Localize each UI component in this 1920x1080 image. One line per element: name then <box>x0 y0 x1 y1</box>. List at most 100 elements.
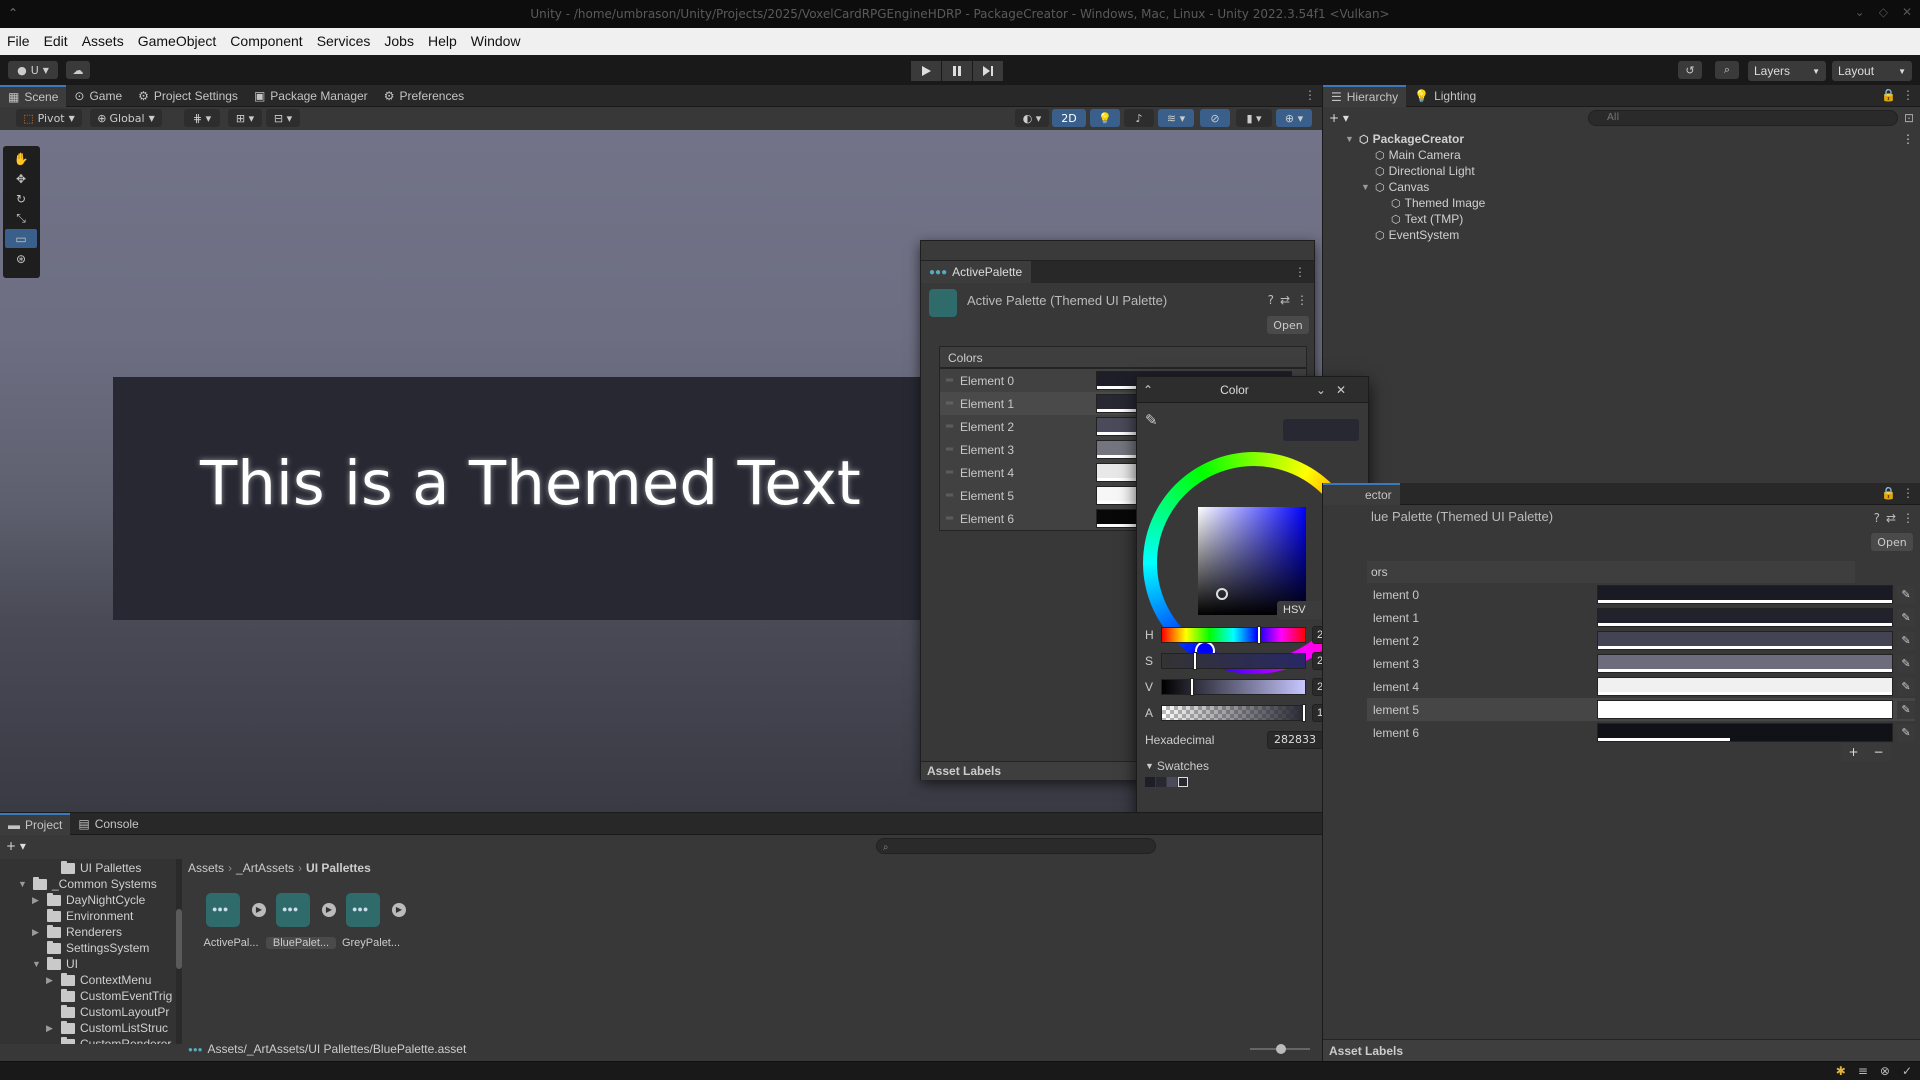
hierarchy-item[interactable]: ⬡ Directional Light <box>1375 164 1475 178</box>
chevron-down-icon[interactable]: ▼ <box>1361 182 1371 192</box>
color-field[interactable] <box>1597 723 1893 742</box>
tab-preferences[interactable]: ⚙ Preferences <box>376 85 472 107</box>
more-options-icon[interactable]: ⋮ <box>1902 132 1914 146</box>
asset-tile[interactable]: ●●● ▶ GreyPalet... <box>336 893 406 949</box>
more-options-icon[interactable]: ⋮ <box>1296 293 1308 307</box>
chevron-icon[interactable]: ▶ <box>32 895 42 906</box>
icon-size-slider-knob[interactable] <box>1276 1044 1286 1054</box>
eyedropper-icon[interactable]: ✎ <box>1897 700 1915 719</box>
list-item[interactable]: lement 0 ✎ <box>1367 583 1915 606</box>
folder-item[interactable]: ▼ UI <box>32 956 78 971</box>
chevron-icon[interactable]: ▶ <box>46 1023 56 1034</box>
history-button[interactable]: ↺ <box>1678 61 1702 79</box>
folder-item[interactable]: ▶ ContextMenu <box>46 972 151 987</box>
list-item[interactable]: lement 5 ✎ <box>1367 698 1915 721</box>
layers-dropdown[interactable]: Layers ▼ <box>1748 61 1826 81</box>
tab-console[interactable]: ▤ Console <box>70 813 146 835</box>
audio-toggle[interactable]: ♪ <box>1124 109 1154 127</box>
more-options-icon[interactable]: ⋮ <box>1294 265 1306 279</box>
chevron-down-icon[interactable]: ⌄ <box>1316 383 1326 397</box>
folder-item[interactable]: CustomRenderer <box>46 1036 171 1044</box>
color-field[interactable] <box>1597 700 1893 719</box>
minimize-button[interactable]: ⌄ <box>1855 5 1865 19</box>
account-button[interactable]: ● U ▼ <box>8 61 58 79</box>
tab-lighting[interactable]: 💡 Lighting <box>1406 85 1484 107</box>
folder-item[interactable]: UI Pallettes <box>46 860 141 875</box>
folder-item[interactable]: SettingsSystem <box>32 940 149 955</box>
color-field[interactable] <box>1597 677 1893 696</box>
expand-arrow-icon[interactable]: ▶ <box>322 903 336 917</box>
expand-arrow-icon[interactable]: ▶ <box>392 903 406 917</box>
menu-edit[interactable]: Edit <box>37 28 75 55</box>
open-button[interactable]: Open <box>1871 533 1913 551</box>
list-item[interactable]: lement 2 ✎ <box>1367 629 1915 652</box>
eyedropper-icon[interactable]: ✎ <box>1897 631 1915 650</box>
chevron-icon[interactable]: ▶ <box>46 975 56 986</box>
folder-item[interactable]: ▶ DayNightCycle <box>32 892 145 907</box>
eyedropper-icon[interactable]: ✎ <box>1897 654 1915 673</box>
list-item[interactable]: lement 4 ✎ <box>1367 675 1915 698</box>
hierarchy-item[interactable]: ⬡ Text (TMP) <box>1391 212 1463 226</box>
tab-inspector[interactable]: ector <box>1323 482 1400 505</box>
draw-mode-dropdown[interactable]: ◐ ▾ <box>1015 109 1049 127</box>
pivot-dropdown[interactable]: ⬚ Pivot ▼ <box>16 109 82 127</box>
tab-active-palette[interactable]: ●●● ActivePalette <box>921 261 1031 283</box>
menu-jobs[interactable]: Jobs <box>377 28 421 55</box>
alpha-slider[interactable] <box>1161 704 1306 722</box>
drag-handle-icon[interactable]: ═ <box>940 444 956 455</box>
saturation-value-square[interactable] <box>1198 507 1306 615</box>
more-options-icon[interactable]: ⋮ <box>1902 88 1914 102</box>
gizmos-dropdown[interactable]: ⊕ ▾ <box>1276 109 1312 127</box>
effects-dropdown[interactable]: ≋ ▾ <box>1158 109 1194 127</box>
hierarchy-item[interactable]: ⬡ Main Camera <box>1375 148 1461 162</box>
alpha-slider-knob[interactable] <box>1302 704 1306 722</box>
eyedropper-icon[interactable]: ✎ <box>1145 411 1158 429</box>
bug-icon[interactable]: ✱ <box>1836 1064 1846 1078</box>
menu-services[interactable]: Services <box>310 28 378 55</box>
pause-button[interactable] <box>942 61 972 81</box>
grid-snap-button[interactable]: ⋕ ▾ <box>184 109 220 127</box>
hierarchy-item[interactable]: ⬡ Themed Image <box>1391 196 1485 210</box>
list-item[interactable]: lement 3 ✎ <box>1367 652 1915 675</box>
color-field[interactable] <box>1597 608 1893 627</box>
value-slider[interactable] <box>1161 678 1306 696</box>
folder-item[interactable]: Environment <box>32 908 133 923</box>
breadcrumb-item[interactable]: _ArtAssets <box>236 861 294 875</box>
folder-item[interactable]: ▼ _Common Systems <box>18 876 157 891</box>
drag-handle-icon[interactable]: ═ <box>940 467 956 478</box>
drag-handle-icon[interactable]: ═ <box>940 421 956 432</box>
rect-tool[interactable]: ▭ <box>5 229 37 248</box>
folder-item[interactable]: CustomLayoutPr <box>46 1004 169 1019</box>
preset-icon[interactable]: ⇄ <box>1886 511 1896 525</box>
folder-item[interactable]: ▶ Renderers <box>32 924 122 939</box>
swatch[interactable] <box>1167 777 1177 787</box>
more-options-icon[interactable]: ⋮ <box>1902 486 1914 500</box>
grid-visibility-button[interactable]: ⊞ ▾ <box>228 109 262 127</box>
lighting-toggle[interactable]: 💡 <box>1090 109 1120 127</box>
lock-icon[interactable]: 🔒 <box>1881 486 1896 500</box>
window-drag-handle[interactable] <box>921 241 1314 261</box>
close-button[interactable]: ✕ <box>1902 5 1912 19</box>
eyedropper-icon[interactable]: ✎ <box>1897 585 1915 604</box>
open-button[interactable]: Open <box>1267 316 1309 334</box>
global-dropdown[interactable]: ⊕ Global ▼ <box>90 109 162 127</box>
color-field[interactable] <box>1597 654 1893 673</box>
breadcrumb-item[interactable]: UI Pallettes <box>306 861 371 875</box>
eyedropper-icon[interactable]: ✎ <box>1897 677 1915 696</box>
drag-handle-icon[interactable]: ═ <box>940 398 956 409</box>
drag-handle-icon[interactable]: ═ <box>940 513 956 524</box>
cloud-button[interactable]: ☁ <box>66 61 90 79</box>
chevron-down-icon[interactable]: ▼ <box>1345 134 1355 144</box>
menu-assets[interactable]: Assets <box>75 28 131 55</box>
chevron-icon[interactable]: ▼ <box>18 879 28 889</box>
icon-size-slider[interactable] <box>1250 1044 1310 1054</box>
hidden-objects-toggle[interactable]: ⊘ <box>1200 109 1230 127</box>
search-button[interactable]: ⌕ <box>1715 61 1739 79</box>
swatch[interactable] <box>1145 777 1155 787</box>
drag-handle-icon[interactable]: ═ <box>940 375 956 386</box>
themed-text[interactable]: This is a Themed Text <box>200 448 861 519</box>
layers-icon[interactable]: ≡ <box>1858 1064 1868 1078</box>
preset-icon[interactable]: ⇄ <box>1280 293 1290 307</box>
tab-scene[interactable]: ▦ Scene <box>0 84 67 107</box>
close-icon[interactable]: ✕ <box>1336 383 1346 397</box>
